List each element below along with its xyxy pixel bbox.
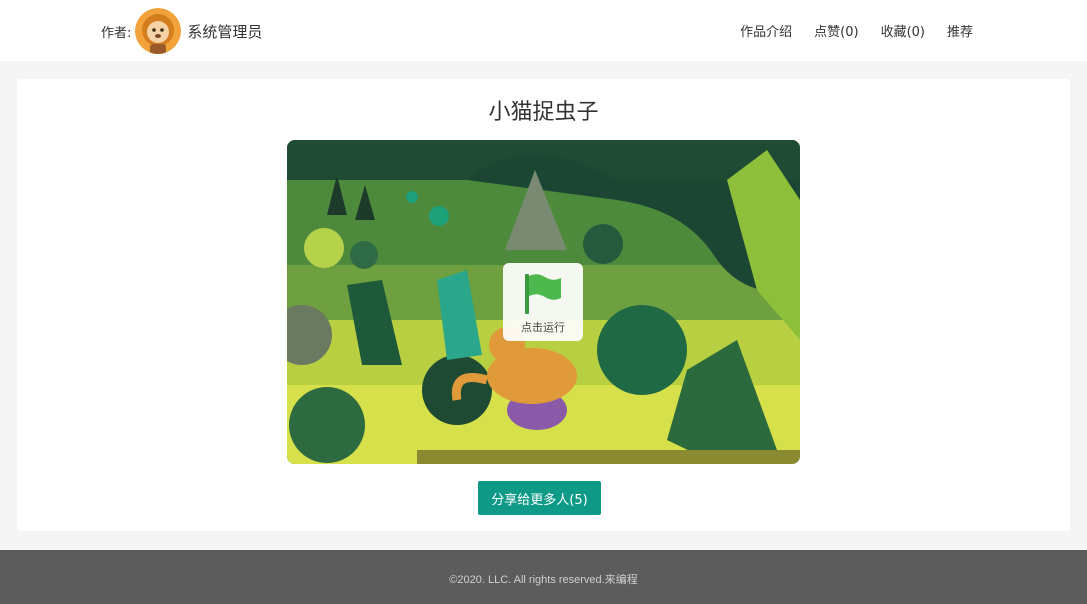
author-name[interactable]: 系统管理员 bbox=[187, 21, 262, 42]
green-flag-icon bbox=[525, 274, 561, 314]
project-stage[interactable]: 点击运行 bbox=[287, 140, 800, 464]
nav-favorite-link[interactable]: 收藏(0) bbox=[881, 21, 925, 40]
project-title: 小猫捉虫子 bbox=[488, 100, 599, 125]
project-card: 小猫捉虫子 点击运行 分享给更多人(5) bbox=[17, 79, 1070, 531]
author-label: 作者: bbox=[101, 25, 132, 41]
nav-like-link[interactable]: 点赞(0) bbox=[814, 21, 858, 40]
lion-avatar-icon bbox=[135, 8, 182, 54]
nav-recommend-link[interactable]: 推荐 bbox=[947, 21, 973, 40]
run-label: 点击运行 bbox=[521, 321, 565, 334]
share-button[interactable]: 分享给更多人(5) bbox=[478, 481, 601, 515]
avatar[interactable] bbox=[135, 8, 182, 54]
run-button[interactable]: 点击运行 bbox=[503, 263, 583, 341]
footer-copyright: ©2020. LLC. All rights reserved.来编程 bbox=[449, 574, 638, 586]
footer: ©2020. LLC. All rights reserved.来编程 bbox=[0, 550, 1087, 604]
top-navigation-bar: 作者: 系统管理员 作品介绍 点赞(0) 收藏(0) 推荐 bbox=[0, 0, 1087, 61]
header-nav: 作品介绍 点赞(0) 收藏(0) 推荐 bbox=[740, 21, 973, 40]
nav-intro-link[interactable]: 作品介绍 bbox=[740, 21, 792, 40]
author-info: 作者: 系统管理员 bbox=[101, 8, 262, 54]
